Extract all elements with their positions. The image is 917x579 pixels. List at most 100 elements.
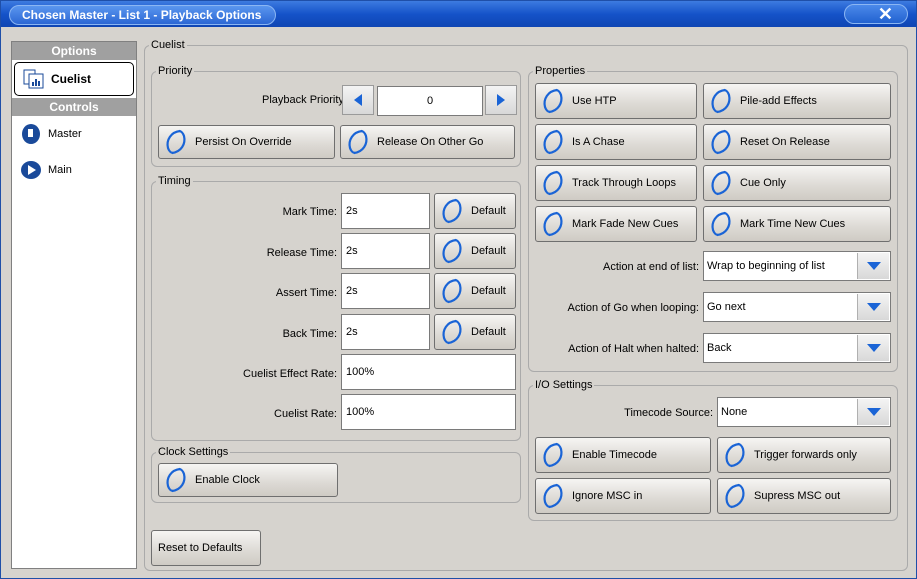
toggle-ring-icon: [439, 319, 465, 345]
cuelist-rate-label: Cuelist Rate:: [274, 408, 337, 420]
title-bar: Chosen Master - List 1 - Playback Option…: [1, 1, 916, 27]
button-label: Reset On Release: [740, 136, 830, 148]
window-title: Chosen Master - List 1 - Playback Option…: [9, 5, 277, 25]
button-label: Release On Other Go: [377, 136, 484, 148]
button-label: Track Through Loops: [572, 177, 676, 189]
mark-time-new-cues-button[interactable]: Mark Time New Cues: [703, 206, 891, 242]
button-label: Default: [471, 285, 506, 297]
playback-options-window: Chosen Master - List 1 - Playback Option…: [0, 0, 917, 579]
button-label: Enable Timecode: [572, 449, 657, 461]
toggle-ring-icon: [439, 238, 465, 264]
cuelist-effect-rate-field[interactable]: 100%: [341, 354, 516, 390]
sidebar-header-options: Options: [12, 42, 136, 60]
master-fader-icon: [20, 123, 42, 145]
button-label: Default: [471, 245, 506, 257]
mark-time-field[interactable]: 2s: [341, 193, 430, 229]
toggle-ring-icon: [708, 88, 734, 114]
trigger-forwards-only-button[interactable]: Trigger forwards only: [717, 437, 891, 473]
persist-on-override-button[interactable]: Persist On Override: [158, 125, 335, 159]
cuelist-legend: Cuelist: [151, 39, 185, 51]
cuelist-rate-field[interactable]: 100%: [341, 394, 516, 430]
sidebar-item-label: Main: [48, 164, 72, 176]
priority-legend: Priority: [158, 65, 193, 77]
select-value: Go next: [707, 301, 746, 313]
back-time-field[interactable]: 2s: [341, 314, 430, 350]
button-label: Pile-add Effects: [740, 95, 817, 107]
reset-to-defaults-button[interactable]: Reset to Defaults: [151, 530, 261, 566]
sidebar-item-label: Master: [48, 128, 82, 140]
sidebar-item-cuelist[interactable]: Cuelist: [14, 62, 134, 96]
chevron-left-icon: [354, 94, 362, 106]
use-htp-button[interactable]: Use HTP: [535, 83, 697, 119]
button-label: Supress MSC out: [754, 490, 841, 502]
assert-time-label: Assert Time:: [275, 287, 337, 299]
sidebar-item-main[interactable]: Main: [12, 152, 136, 188]
toggle-ring-icon: [439, 198, 465, 224]
release-time-default-button[interactable]: Default: [434, 233, 516, 269]
enable-clock-button[interactable]: Enable Clock: [158, 463, 338, 497]
priority-increment-button[interactable]: [485, 85, 517, 115]
timing-legend: Timing: [158, 175, 191, 187]
button-label: Mark Fade New Cues: [572, 218, 679, 230]
toggle-ring-icon: [163, 467, 189, 493]
toggle-ring-icon: [540, 170, 566, 196]
chevron-down-icon[interactable]: [857, 294, 889, 320]
action-end-of-list-label: Action at end of list:: [603, 261, 699, 273]
button-label: Enable Clock: [195, 474, 260, 486]
mark-fade-new-cues-button[interactable]: Mark Fade New Cues: [535, 206, 697, 242]
action-end-of-list-select[interactable]: Wrap to beginning of list: [703, 251, 891, 281]
release-time-label: Release Time:: [266, 247, 337, 259]
action-halt-select[interactable]: Back: [703, 333, 891, 363]
chevron-down-icon[interactable]: [857, 335, 889, 361]
is-a-chase-button[interactable]: Is A Chase: [535, 124, 697, 160]
toggle-ring-icon: [540, 88, 566, 114]
button-label: Is A Chase: [572, 136, 625, 148]
chevron-down-icon[interactable]: [857, 399, 889, 425]
sidebar: Options Cuelist Controls Master Main: [11, 41, 137, 569]
toggle-ring-icon: [540, 211, 566, 237]
close-button[interactable]: ✕: [844, 4, 908, 24]
timecode-source-select[interactable]: None: [717, 397, 891, 427]
release-on-other-go-button[interactable]: Release On Other Go: [340, 125, 515, 159]
button-label: Mark Time New Cues: [740, 218, 846, 230]
button-label: Ignore MSC in: [572, 490, 643, 502]
cue-only-button[interactable]: Cue Only: [703, 165, 891, 201]
enable-timecode-button[interactable]: Enable Timecode: [535, 437, 711, 473]
button-label: Use HTP: [572, 95, 617, 107]
button-label: Default: [471, 326, 506, 338]
pile-add-effects-button[interactable]: Pile-add Effects: [703, 83, 891, 119]
assert-time-field[interactable]: 2s: [341, 273, 430, 309]
reset-on-release-button[interactable]: Reset On Release: [703, 124, 891, 160]
sidebar-item-master[interactable]: Master: [12, 116, 136, 152]
toggle-ring-icon: [439, 278, 465, 304]
button-label: Trigger forwards only: [754, 449, 857, 461]
chevron-right-icon: [497, 94, 505, 106]
release-time-field[interactable]: 2s: [341, 233, 430, 269]
button-label: Cue Only: [740, 177, 786, 189]
toggle-ring-icon: [722, 483, 748, 509]
back-time-default-button[interactable]: Default: [434, 314, 516, 350]
playback-priority-field[interactable]: 0: [377, 86, 483, 116]
button-label: Reset to Defaults: [158, 542, 243, 554]
assert-time-default-button[interactable]: Default: [434, 273, 516, 309]
close-icon: ✕: [877, 4, 893, 24]
action-halt-label: Action of Halt when halted:: [568, 343, 699, 355]
action-go-looping-select[interactable]: Go next: [703, 292, 891, 322]
track-through-loops-button[interactable]: Track Through Loops: [535, 165, 697, 201]
mark-time-label: Mark Time:: [282, 206, 337, 218]
main-playback-icon: [20, 159, 42, 181]
ignore-msc-in-button[interactable]: Ignore MSC in: [535, 478, 711, 514]
action-go-looping-label: Action of Go when looping:: [567, 302, 699, 314]
chevron-down-icon[interactable]: [857, 253, 889, 279]
toggle-ring-icon: [708, 170, 734, 196]
toggle-ring-icon: [540, 483, 566, 509]
toggle-ring-icon: [722, 442, 748, 468]
supress-msc-out-button[interactable]: Supress MSC out: [717, 478, 891, 514]
button-label: Persist On Override: [195, 136, 292, 148]
sidebar-header-controls: Controls: [12, 98, 136, 116]
mark-time-default-button[interactable]: Default: [434, 193, 516, 229]
select-value: Wrap to beginning of list: [707, 260, 825, 272]
cuelist-icon: [23, 68, 45, 90]
priority-decrement-button[interactable]: [342, 85, 374, 115]
io-settings-legend: I/O Settings: [535, 379, 593, 391]
